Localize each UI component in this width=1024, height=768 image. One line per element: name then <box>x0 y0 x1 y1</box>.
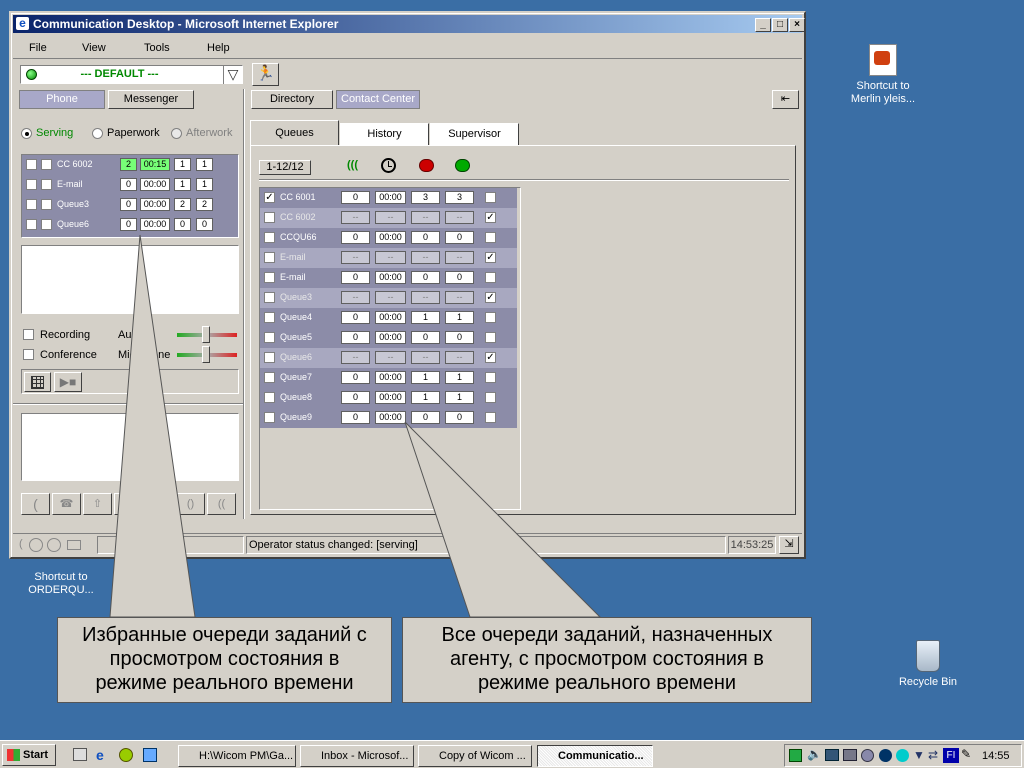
quicklaunch-window-icon[interactable] <box>143 748 157 762</box>
callout-left-pointer <box>109 234 196 618</box>
tray-globe-icon[interactable] <box>861 749 874 762</box>
tray-moon-icon[interactable] <box>879 749 892 762</box>
callout-all-queues: Все очереди заданий, назначенных агенту,… <box>402 617 812 703</box>
windows-logo-icon <box>7 749 20 761</box>
start-button[interactable]: Start <box>2 744 56 766</box>
tray-clock: 14:55 <box>982 750 1010 762</box>
task-copy-of-wicom[interactable]: Copy of Wicom ... <box>418 745 532 767</box>
tray-volume-icon[interactable]: 🔈 <box>807 747 822 761</box>
task-communication-desktop[interactable]: Communicatio... <box>537 745 653 767</box>
tray-display-icon[interactable] <box>825 749 839 761</box>
callout-right-pointer <box>404 421 602 618</box>
tray-app-icon[interactable] <box>896 749 909 762</box>
tray-arrows-icon[interactable]: ⇄ <box>928 748 938 762</box>
system-tray: 🔈 ▼ ⇄ FI ✎ 14:55 <box>784 744 1022 767</box>
quicklaunch-desktop-icon[interactable] <box>73 748 87 761</box>
tray-monitor-icon[interactable] <box>843 749 857 761</box>
taskbar: Start e H:\Wicom PM\Ga... Inbox - Micros… <box>0 740 1024 768</box>
callout-favorite-queues: Избранные очереди заданий с просмотром с… <box>57 617 392 703</box>
quicklaunch-app-icon[interactable] <box>119 748 133 762</box>
tray-language-indicator[interactable]: FI <box>943 748 959 763</box>
task-wicom-folder[interactable]: H:\Wicom PM\Ga... <box>178 745 296 767</box>
tray-shield-icon[interactable]: ▼ <box>913 748 925 762</box>
start-label: Start <box>23 749 49 761</box>
tray-pen-icon[interactable]: ✎ <box>961 747 971 761</box>
task-inbox[interactable]: Inbox - Microsof... <box>300 745 414 767</box>
tray-network-icon[interactable] <box>789 749 802 762</box>
quicklaunch-ie-icon[interactable]: e <box>96 747 104 763</box>
